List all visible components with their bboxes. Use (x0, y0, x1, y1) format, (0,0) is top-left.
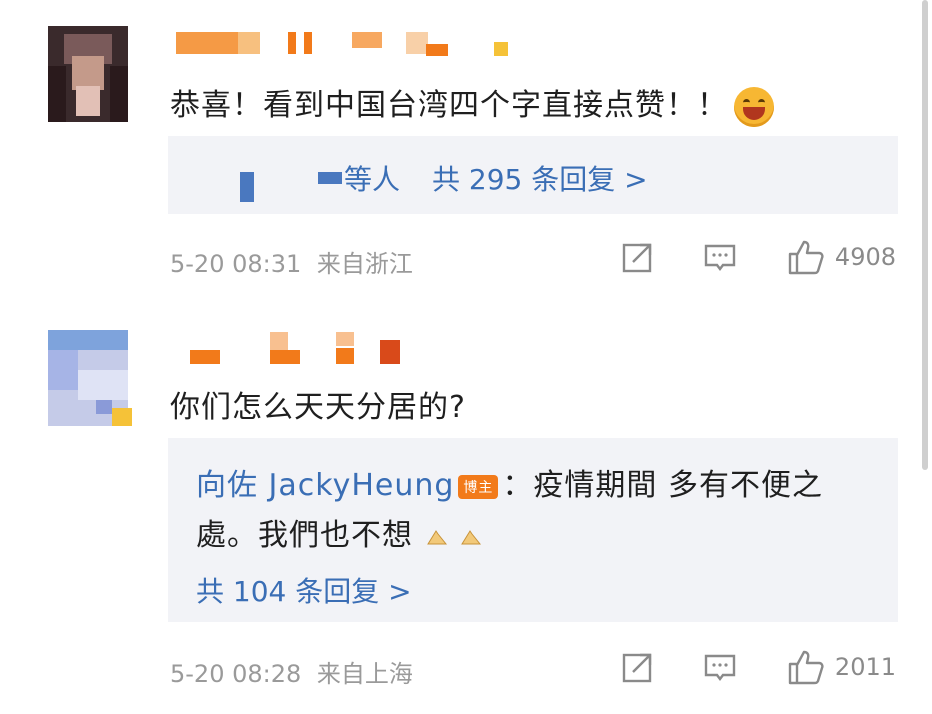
comment-icon (704, 244, 736, 271)
like-button[interactable]: 2011 (787, 648, 896, 686)
reply-count-link[interactable]: 共 104 条回复 > (196, 570, 412, 610)
timestamp: 5-20 08:28 (170, 660, 302, 688)
reply-count-link[interactable]: 共 295 条回复 > (432, 158, 648, 198)
comment-actions: 4908 (621, 238, 896, 276)
comment-button[interactable] (703, 650, 737, 684)
praying-hands-icon (426, 529, 447, 544)
share-icon (622, 243, 652, 273)
share-button[interactable] (621, 240, 655, 274)
timestamp: 5-20 08:31 (170, 250, 302, 278)
share-icon (622, 653, 652, 683)
avatar[interactable] (48, 330, 132, 426)
reply-text-1: ：疫情期間 多有不便之 (502, 468, 823, 503)
reply-line: 處。我們也不想 (196, 510, 482, 554)
location: 来自上海 (316, 660, 413, 688)
avatar[interactable] (48, 26, 128, 122)
comment-button[interactable] (703, 240, 737, 274)
like-button[interactable]: 4908 (787, 238, 896, 276)
reply-line: 向佐 JackyHeung 博主 ：疫情期間 多有不便之 (196, 460, 823, 504)
thumbs-up-icon (788, 650, 824, 685)
comment-icon (704, 654, 736, 681)
scrollbar[interactable] (922, 0, 928, 470)
like-count: 2011 (834, 653, 896, 681)
like-count: 4908 (834, 243, 896, 271)
comment-meta: 5-20 08:28 来自上海 (170, 654, 413, 689)
praying-hands-icon (461, 529, 482, 544)
comment-text: 恭喜！看到中国台湾四个字直接点赞！！ (170, 80, 774, 127)
reply-names: 等人 (344, 163, 401, 196)
comment-text: 你们怎么天天分居的? (170, 390, 466, 425)
blogger-badge: 博主 (458, 474, 499, 499)
blurred-name-mark (318, 172, 342, 184)
location: 来自浙江 (316, 250, 413, 278)
nickname-blurred[interactable] (190, 332, 410, 364)
reply-preview[interactable]: 等人 共 295 条回复 > (168, 136, 898, 214)
reply-author[interactable]: 向佐 JackyHeung (196, 468, 454, 503)
blurred-name-mark (240, 172, 254, 202)
reply-preview[interactable]: 向佐 JackyHeung 博主 ：疫情期間 多有不便之 處。我們也不想 共 104… (168, 438, 898, 622)
share-button[interactable] (621, 650, 655, 684)
reply-text-2: 處。我們也不想 (196, 518, 413, 553)
laughing-emoji-icon (734, 86, 774, 127)
thumbs-up-icon (788, 240, 824, 275)
comment-meta: 5-20 08:31 来自浙江 (170, 244, 413, 279)
comment-actions: 2011 (621, 648, 896, 686)
nickname-blurred[interactable] (176, 30, 516, 58)
